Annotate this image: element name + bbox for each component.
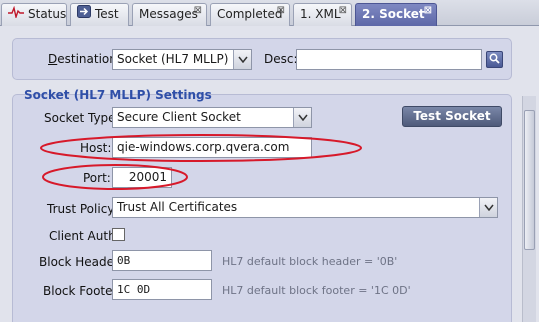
block-footer-label: Block Footer: <box>43 284 122 298</box>
destination-select[interactable]: Socket (HL7 MLLP) <box>112 49 252 70</box>
trust-policy-value: Trust All Certificates <box>117 200 238 214</box>
heartbeat-icon <box>8 4 24 25</box>
test-socket-button[interactable]: Test Socket <box>402 106 502 127</box>
close-icon[interactable]: ⊠ <box>339 6 347 16</box>
tab-test[interactable]: Test <box>70 3 129 26</box>
block-header-hint: HL7 default block header = '0B' <box>222 255 398 268</box>
settings-title: Socket (HL7 MLLP) Settings <box>24 88 212 102</box>
tab-label: 2. Socket <box>362 7 425 21</box>
tab-completed[interactable]: Completed ⊠ <box>210 3 290 26</box>
tab-label: Completed <box>217 7 283 21</box>
client-auth-label: Client Auth: <box>49 229 120 243</box>
host-label: Host: <box>80 141 112 155</box>
search-button[interactable] <box>486 51 503 68</box>
tab-strip: Status Test Messages ⊠ Completed ⊠ 1. XM… <box>0 0 539 27</box>
block-footer-hint: HL7 default block footer = '1C 0D' <box>222 284 411 297</box>
trust-policy-label: Trust Policy: <box>47 202 118 216</box>
client-auth-checkbox[interactable] <box>112 228 125 241</box>
chevron-down-icon <box>233 50 251 69</box>
tab-socket[interactable]: 2. Socket ⊠ <box>355 3 437 27</box>
host-input[interactable]: qie-windows.corp.qvera.com <box>112 137 312 158</box>
tab-status[interactable]: Status <box>1 3 67 26</box>
chevron-down-icon <box>479 198 497 217</box>
socket-type-label: Socket Type: <box>44 111 120 125</box>
socket-type-select[interactable]: Secure Client Socket <box>112 107 312 128</box>
scrollbar-thumb[interactable] <box>524 110 535 250</box>
arrow-right-icon <box>77 4 91 25</box>
block-footer-input[interactable]: 1C 0D <box>112 279 212 300</box>
close-icon[interactable]: ⊠ <box>424 6 432 16</box>
block-header-label: Block Header: <box>39 255 123 269</box>
tab-messages[interactable]: Messages ⊠ <box>132 3 207 26</box>
chevron-down-icon <box>293 108 311 127</box>
vertical-scrollbar[interactable] <box>522 96 536 322</box>
close-icon[interactable]: ⊠ <box>194 6 202 16</box>
tab-label: 1. XML <box>300 7 341 21</box>
trust-policy-select[interactable]: Trust All Certificates <box>112 197 498 218</box>
tab-label: Messages <box>139 7 198 21</box>
desc-label: Desc: <box>264 52 298 66</box>
destination-value: Socket (HL7 MLLP) <box>117 52 229 66</box>
port-input[interactable]: 20001 <box>112 167 172 188</box>
block-header-input[interactable]: 0B <box>112 250 212 271</box>
desc-input[interactable] <box>296 49 482 70</box>
close-icon[interactable]: ⊠ <box>277 6 285 16</box>
socket-type-value: Secure Client Socket <box>117 110 241 124</box>
tab-label: Test <box>95 7 119 21</box>
destination-label: Destination: <box>48 52 121 66</box>
tab-xml[interactable]: 1. XML ⊠ <box>293 3 352 26</box>
port-label: Port: <box>83 171 111 185</box>
tab-label: Status <box>28 7 67 21</box>
search-icon <box>489 53 500 67</box>
